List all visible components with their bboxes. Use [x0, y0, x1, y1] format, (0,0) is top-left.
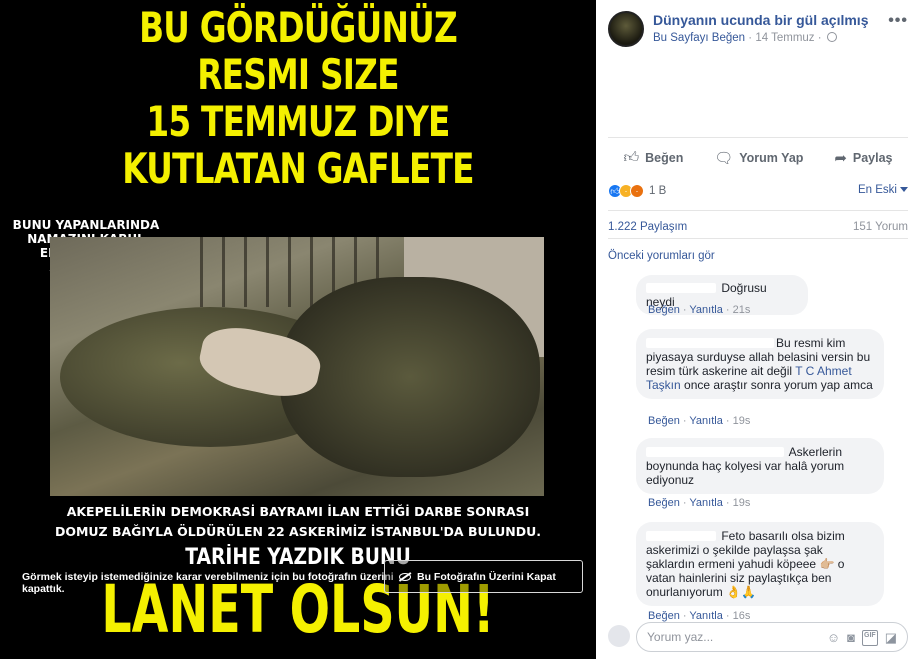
angry-reaction-icon[interactable]: ·	[630, 184, 644, 198]
comment-reply-link[interactable]: Yanıtla	[689, 610, 722, 622]
image-caption-bottom-1: AKEPELİLERİN DEMOKRASİ BAYRAMI İLAN ETTİ…	[66, 504, 530, 519]
share-count-link[interactable]: 1.222 Paylaşım	[608, 221, 687, 233]
comment-bubble: Feto basarılı olsa bizim askerimizi o şe…	[636, 522, 884, 606]
comment-sort-dropdown[interactable]: En Eski	[858, 184, 908, 196]
comment-like-link[interactable]: Beğen	[648, 497, 680, 509]
meta-separator-2: ·	[817, 32, 822, 44]
comment-composer: Yorum yaz... ☺ ◙ GIF ◪	[608, 622, 908, 655]
photo-viewer: BU GÖRDÜĞÜNÜZ RESMI SIZE 15 TEMMUZ DIYE …	[0, 0, 596, 659]
headline-line-4: KUTLATAN GAFLETE	[122, 144, 474, 193]
previous-comments-link[interactable]: Önceki yorumları gör	[608, 250, 715, 262]
comment-time[interactable]: 19s	[733, 497, 751, 509]
comment-count: 151 Yorum	[853, 220, 908, 233]
headline-line-2: RESMI SIZE	[197, 50, 399, 99]
post-photo	[50, 237, 544, 496]
comment-input-placeholder: Yorum yaz...	[647, 630, 714, 644]
user-avatar	[608, 625, 630, 647]
commenter-name-redacted[interactable]	[646, 283, 716, 293]
share-arrow-icon: ➦	[834, 150, 847, 167]
sort-label: En Eski	[858, 184, 897, 196]
post-actions: 👍︎ Beğen 🗨︎ Yorum Yap ➦ Paylaş	[608, 137, 908, 170]
comment-bubble: Bu resmi kim piyasaya surduyse allah bel…	[636, 329, 884, 399]
comment-reply-link[interactable]: Yanıtla	[689, 497, 722, 509]
post-stats: 1.222 Paylaşım 151 Yorum	[608, 210, 908, 236]
comment-input[interactable]: Yorum yaz... ☺ ◙ GIF ◪	[636, 622, 908, 652]
image-caption-bottom-2: DOMUZ BAĞIYLA ÖLDÜRÜLEN 22 ASKERİMİZ İST…	[54, 524, 542, 539]
headline-line-3: 15 TEMMUZ DIYE	[146, 97, 450, 146]
cover-photo-button[interactable]: Bu Fotoğrafın Üzerini Kapat	[384, 560, 583, 593]
post-header: Dünyanın ucunda bir gül açılmış Bu Sayfa…	[608, 10, 908, 50]
meta-separator: ·	[748, 32, 753, 44]
globe-icon	[826, 32, 837, 42]
comment-meta: Beğen · Yanıtla · 21s	[648, 304, 751, 316]
comment-time[interactable]: 21s	[733, 304, 751, 316]
speech-bubble-icon: 🗨︎	[714, 150, 734, 167]
like-page-link[interactable]: Bu Sayfayı Beğen	[653, 32, 745, 44]
thumbs-up-icon: 👍︎	[623, 149, 640, 166]
share-button-label: Paylaş	[852, 151, 893, 165]
comment-like-link[interactable]: Beğen	[648, 610, 680, 622]
sensitive-warning-text: Görmek isteyip istemediğinize karar vere…	[22, 571, 394, 595]
comment-like-link[interactable]: Beğen	[648, 304, 680, 316]
comment-meta: Beğen · Yanıtla · 16s	[648, 610, 751, 622]
comment-bubble: Askerlerin boynunda haç kolyesi var halâ…	[636, 438, 884, 494]
commenter-name-redacted[interactable]	[646, 531, 716, 541]
more-options-icon[interactable]: •••	[888, 12, 908, 30]
comment-meta: Beğen · Yanıtla · 19s	[648, 497, 751, 509]
commenter-name-redacted[interactable]	[646, 447, 784, 457]
like-button[interactable]: 👍︎ Beğen	[623, 141, 683, 167]
reactions-bar: 👍︎ · · 1 B En Eski	[608, 180, 908, 202]
reaction-count[interactable]: 1 B	[649, 185, 666, 197]
comment-time[interactable]: 19s	[733, 415, 751, 427]
page-name-link[interactable]: Dünyanın ucunda bir gül açılmış	[653, 12, 868, 28]
page-avatar[interactable]	[608, 11, 644, 47]
camera-icon[interactable]: ◙	[847, 630, 855, 646]
composer-icons: ☺ ◙ GIF ◪	[827, 630, 897, 646]
caret-down-icon	[900, 187, 908, 192]
sticker-icon[interactable]: ◪	[885, 630, 897, 646]
post-sidebar: Dünyanın ucunda bir gül açılmış Bu Sayfa…	[596, 0, 919, 659]
like-button-label: Beğen	[645, 151, 684, 165]
eye-slash-icon	[399, 572, 411, 581]
headline-line-1: BU GÖRDÜĞÜNÜZ	[139, 3, 458, 52]
cover-photo-button-label: Bu Fotoğrafın Üzerini Kapat	[417, 570, 556, 583]
divider	[608, 238, 908, 239]
post-date[interactable]: 14 Temmuz	[755, 32, 814, 44]
comment-meta: Beğen · Yanıtla · 19s	[648, 415, 751, 427]
comment-button[interactable]: 🗨︎ Yorum Yap	[714, 141, 803, 167]
comment-time[interactable]: 16s	[733, 610, 751, 622]
comment-like-link[interactable]: Beğen	[648, 415, 680, 427]
commenter-name-redacted[interactable]	[646, 338, 774, 348]
comment-reply-link[interactable]: Yanıtla	[689, 415, 722, 427]
share-button[interactable]: ➦ Paylaş	[834, 141, 892, 167]
gif-icon[interactable]: GIF	[862, 630, 878, 646]
comment-text-end: once araştır sonra yorum yap amca	[680, 378, 873, 392]
comment-button-label: Yorum Yap	[739, 151, 804, 165]
post-meta: Bu Sayfayı Beğen · 14 Temmuz ·	[653, 32, 837, 44]
comment-reply-link[interactable]: Yanıtla	[689, 304, 722, 316]
emoji-icon[interactable]: ☺	[827, 630, 840, 646]
